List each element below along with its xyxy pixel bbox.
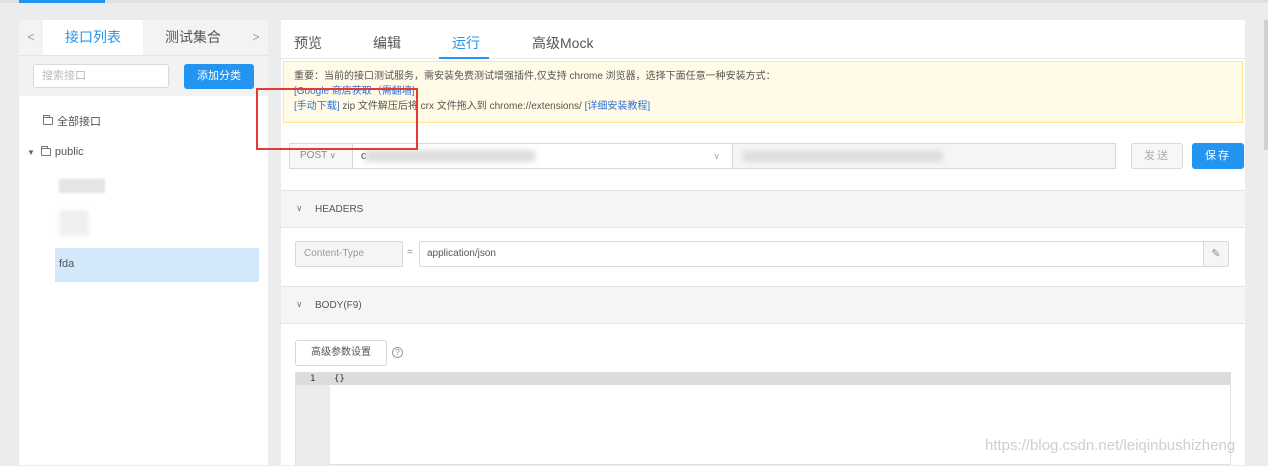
send-button[interactable]: 发送 [1131, 143, 1183, 169]
tree-group-public[interactable]: ▼ public [27, 146, 84, 158]
body-section-toggle[interactable]: ∨ BODY(F9) [281, 286, 1245, 324]
sidebar-tabs: < 接口列表 测试集合 > [19, 20, 268, 56]
plugin-notice: 重要：当前的接口测试服务，需安装免费测试增强插件,仅支持 chrome 浏览器，… [283, 61, 1243, 123]
caret-down-icon: ▼ [27, 147, 35, 157]
folder-icon [40, 146, 51, 156]
headers-title: HEADERS [315, 204, 364, 215]
tab-edit[interactable]: 编辑 [373, 33, 401, 53]
header-key-field[interactable]: Content-Type [295, 241, 403, 267]
tree-item-selected[interactable]: fda [55, 248, 259, 282]
tab-preview[interactable]: 预览 [294, 33, 322, 53]
top-nav-strip [0, 0, 1268, 3]
tree-all-interfaces[interactable]: 全部接口 [43, 113, 101, 129]
editor-gutter [296, 373, 330, 466]
edit-icon[interactable]: ✎ [1203, 241, 1229, 267]
chevron-down-icon: ∨ [296, 203, 303, 213]
top-nav-active-indicator [19, 0, 105, 3]
detail-tabs: 预览 编辑 运行 高级Mock [281, 20, 1245, 59]
body-title: BODY(F9) [315, 300, 362, 311]
active-tab-indicator [439, 57, 489, 59]
tree-all-label: 全部接口 [57, 116, 101, 128]
chevron-down-icon: ∨ [329, 151, 336, 160]
chevron-down-icon: ∨ [296, 299, 303, 309]
save-button[interactable]: 保存 [1192, 143, 1244, 169]
highlight-annotation-box [256, 88, 418, 150]
editor-active-line [296, 373, 1230, 385]
headers-section-toggle[interactable]: ∨ HEADERS [281, 190, 1245, 228]
interface-detail: 预览 编辑 运行 高级Mock 重要：当前的接口测试服务，需安装免费测试增强插件… [281, 20, 1245, 466]
search-input[interactable]: 搜索接口 [33, 64, 169, 88]
redacted-item [59, 210, 89, 236]
notice-text: 重要：当前的接口测试服务，需安装免费测试增强插件,仅支持 chrome 浏览器，… [294, 71, 776, 82]
tab-advanced-mock[interactable]: 高级Mock [532, 33, 593, 53]
redacted-url [365, 150, 535, 162]
tab-interface-list[interactable]: 接口列表 [43, 20, 143, 55]
add-category-button[interactable]: 添加分类 [184, 64, 254, 89]
host-field[interactable] [732, 143, 1116, 169]
question-circle-icon[interactable]: ? [392, 347, 403, 358]
redacted-item [59, 179, 105, 193]
page-scrollbar[interactable] [1264, 20, 1268, 150]
editor-code: {} [334, 374, 345, 384]
method-value: POST [300, 150, 328, 161]
interface-sidebar: < 接口列表 测试集合 > 搜索接口 添加分类 全部接口 ▼ public fd… [19, 20, 268, 465]
watermark: https://blog.csdn.net/leiqinbushizheng [985, 437, 1236, 454]
chevron-down-icon: ∨ [713, 151, 720, 161]
header-value-field[interactable]: application/json [419, 241, 1205, 267]
tab-scroll-right[interactable]: > [244, 20, 268, 55]
folder-icon [43, 115, 53, 125]
tab-test-collection[interactable]: 测试集合 [143, 20, 243, 55]
tree-item-label: fda [59, 258, 75, 270]
redacted-host [743, 151, 943, 162]
editor-line-number: 1 [310, 374, 316, 384]
header-equals: = [407, 247, 413, 258]
advanced-params-button[interactable]: 高级参数设置 [295, 340, 387, 366]
tab-run[interactable]: 运行 [452, 33, 480, 53]
tree-group-label: public [54, 146, 84, 158]
tab-scroll-left[interactable]: < [19, 20, 43, 55]
search-row: 搜索接口 添加分类 [19, 56, 268, 96]
install-tutorial-link[interactable]: [详细安装教程] [585, 101, 651, 112]
